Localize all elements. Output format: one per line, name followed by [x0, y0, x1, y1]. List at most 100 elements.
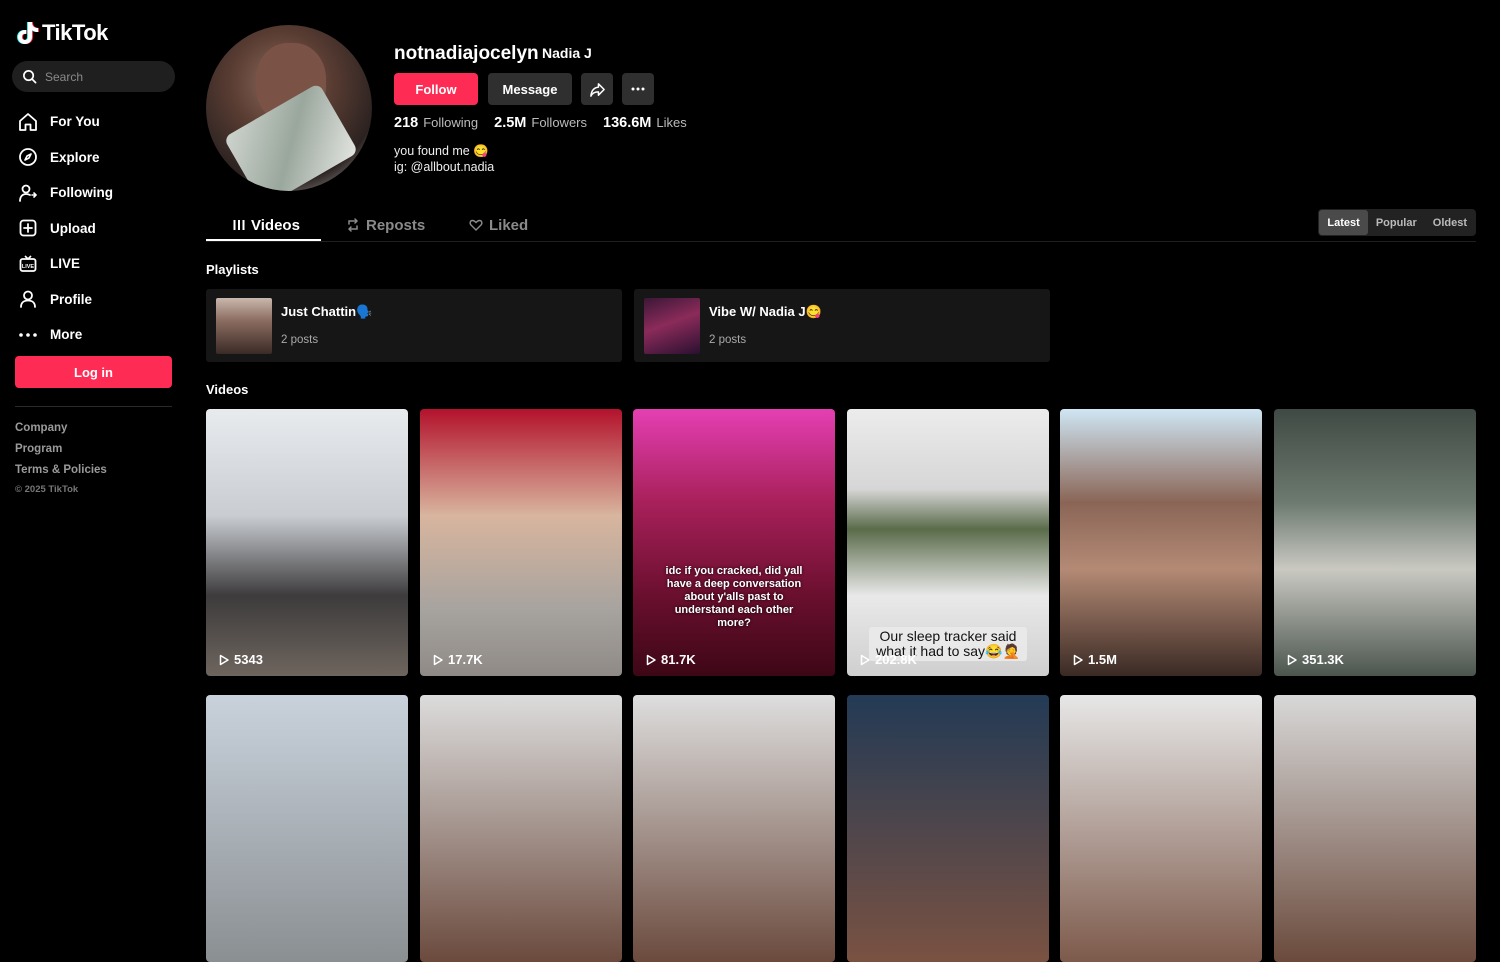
nav-label: Following — [50, 185, 113, 201]
nav-item-more[interactable]: More — [18, 317, 113, 353]
main-nav: For You Explore Following Upload LIVE LI… — [18, 104, 113, 353]
sidebar-divider — [15, 406, 172, 407]
nav-label: Upload — [50, 220, 96, 236]
bio-line: ig: @allbout.nadia — [394, 160, 495, 174]
video-card[interactable] — [420, 695, 622, 962]
play-icon — [860, 654, 870, 665]
video-card[interactable] — [1274, 695, 1476, 962]
follow-button[interactable]: Follow — [394, 73, 478, 105]
playlist-title: Just Chattin🗣️ — [281, 304, 373, 319]
video-card[interactable]: 1.5M — [1060, 409, 1262, 676]
video-card[interactable] — [1060, 695, 1262, 962]
upload-icon — [18, 218, 38, 238]
stat-label: Following — [423, 115, 479, 130]
nav-item-for-you[interactable]: For You — [18, 104, 113, 140]
stat-label: Likes — [656, 115, 687, 130]
playlist-card[interactable]: Just Chattin🗣️ 2 posts — [206, 289, 622, 362]
nav-item-explore[interactable]: Explore — [18, 140, 113, 176]
tab-label: Videos — [251, 216, 300, 234]
view-count: 351.3K — [1286, 652, 1344, 667]
live-icon: LIVE — [18, 254, 38, 274]
view-count: 202.8K — [859, 652, 917, 667]
profile-nickname: Nadia J — [542, 45, 592, 61]
following-icon — [18, 183, 38, 203]
nav-label: LIVE — [50, 256, 81, 272]
tab-label: Liked — [489, 216, 529, 234]
sort-latest[interactable]: Latest — [1319, 210, 1368, 235]
view-count-value: 17.7K — [448, 652, 483, 667]
stat-followers[interactable]: 2.5M Followers — [494, 115, 587, 131]
view-count-value: 5343 — [234, 652, 263, 667]
play-icon — [219, 654, 229, 665]
tab-reposts[interactable]: Reposts — [346, 208, 425, 242]
stat-likes: 136.6M Likes — [603, 115, 687, 131]
bio-line: you found me 😋 — [394, 144, 489, 158]
nav-label: Profile — [50, 291, 93, 307]
stat-label: Followers — [531, 115, 587, 130]
profile-bio: you found me 😋 ig: @allbout.nadia — [394, 143, 494, 175]
share-button[interactable] — [581, 73, 613, 105]
playlists-heading: Playlists — [206, 262, 259, 277]
view-count-value: 81.7K — [661, 652, 696, 667]
brand-name: TikTok — [42, 20, 108, 45]
nav-label: For You — [50, 114, 100, 130]
sidebar-footer: Company Program Terms & Policies © 2025 … — [15, 420, 107, 495]
profile-username: notnadiajocelyn — [394, 43, 539, 64]
playlist-count: 2 posts — [281, 334, 319, 346]
repost-icon — [347, 218, 359, 232]
view-count: 17.7K — [432, 652, 483, 667]
nav-item-profile[interactable]: Profile — [18, 282, 113, 318]
tiktok-logo[interactable]: TikTok — [17, 20, 108, 46]
stat-value: 2.5M — [494, 115, 527, 131]
play-icon — [1287, 654, 1297, 665]
view-count: 5343 — [218, 652, 263, 667]
footer-link-program[interactable]: Program — [15, 441, 107, 462]
playlist-card[interactable]: Vibe W/ Nadia J😋 2 posts — [634, 289, 1050, 362]
more-options-button[interactable] — [622, 73, 654, 105]
video-card[interactable]: 351.3K — [1274, 409, 1476, 676]
sort-popular[interactable]: Popular — [1368, 210, 1425, 235]
more-icon — [18, 325, 38, 345]
view-count: 1.5M — [1072, 652, 1117, 667]
stat-value: 136.6M — [603, 115, 652, 131]
stat-following[interactable]: 218 Following — [394, 115, 478, 131]
home-icon — [18, 112, 38, 132]
view-count: 81.7K — [645, 652, 696, 667]
search-box[interactable] — [12, 61, 175, 92]
tab-label: Reposts — [366, 216, 426, 234]
tiktok-note-icon — [17, 22, 39, 44]
nav-label: Explore — [50, 149, 100, 165]
video-card[interactable]: Our sleep tracker said what it had to sa… — [847, 409, 1049, 676]
nav-item-following[interactable]: Following — [18, 175, 113, 211]
profile-stats: 218 Following 2.5M Followers 136.6M Likes — [394, 115, 687, 131]
svg-text:LIVE: LIVE — [22, 264, 35, 270]
view-count-value: 351.3K — [1302, 652, 1344, 667]
nav-item-upload[interactable]: Upload — [18, 211, 113, 247]
search-input[interactable] — [45, 69, 165, 84]
sort-oldest[interactable]: Oldest — [1425, 210, 1475, 235]
playlist-title: Vibe W/ Nadia J😋 — [709, 304, 822, 319]
video-card[interactable]: 5343 — [206, 409, 408, 676]
video-card[interactable] — [633, 695, 835, 962]
avatar-money — [223, 82, 359, 191]
video-card[interactable]: idc if you cracked, did yall have a deep… — [633, 409, 835, 676]
ellipsis-icon — [631, 87, 645, 91]
tab-liked[interactable]: Liked — [469, 208, 528, 242]
tab-videos[interactable]: Videos — [233, 208, 300, 242]
login-button[interactable]: Log in — [15, 356, 172, 388]
footer-link-company[interactable]: Company — [15, 420, 107, 441]
nav-item-live[interactable]: LIVE LIVE — [18, 246, 113, 282]
message-button[interactable]: Message — [488, 73, 572, 105]
view-count-value: 202.8K — [875, 652, 917, 667]
share-icon — [589, 82, 605, 97]
videos-heading: Videos — [206, 382, 249, 397]
sidebar: TikTok For You Explore Following — [0, 0, 188, 756]
nav-label: More — [50, 327, 83, 343]
heart-lock-icon — [469, 219, 483, 231]
video-card[interactable]: 17.7K — [420, 409, 622, 676]
video-card[interactable] — [847, 695, 1049, 962]
video-card[interactable] — [206, 695, 408, 962]
profile-tabs: Videos Reposts Liked — [206, 208, 1476, 242]
footer-link-terms[interactable]: Terms & Policies — [15, 462, 107, 483]
avatar[interactable] — [206, 25, 372, 191]
